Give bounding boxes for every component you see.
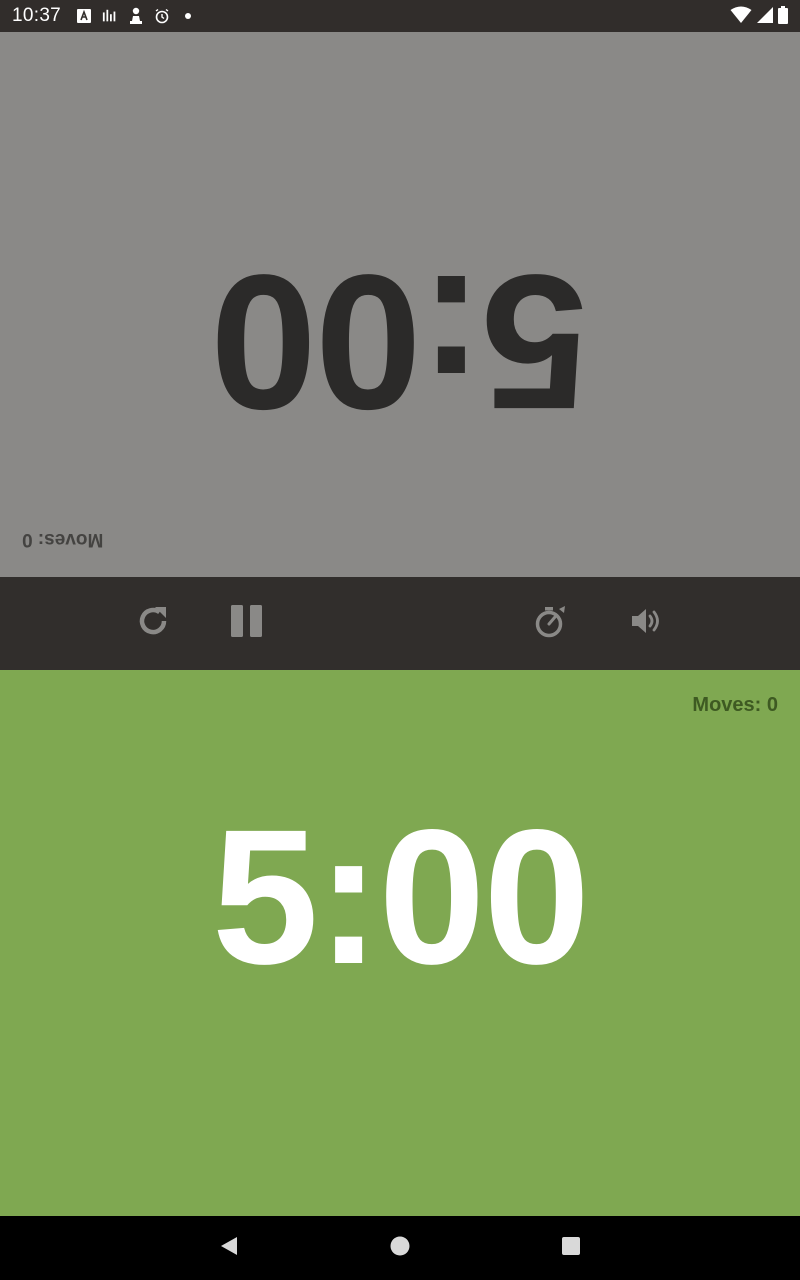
system-icons: [730, 6, 788, 29]
reset-icon: [135, 603, 171, 644]
font-a-icon: [76, 8, 92, 24]
recents-button[interactable]: [557, 1234, 585, 1262]
battery-icon: [778, 6, 788, 29]
sound-icon: [629, 603, 665, 644]
timer-settings-icon: [533, 603, 569, 644]
top-player-moves: Moves: 0: [22, 529, 104, 550]
home-icon: [389, 1235, 411, 1262]
reset-button[interactable]: [129, 599, 177, 647]
dot-icon: [180, 8, 196, 24]
top-player-clock-panel[interactable]: 5:00 Moves: 0: [0, 32, 800, 577]
bottom-player-time: 5:00: [211, 789, 590, 1004]
tune-bars-icon: [102, 8, 118, 24]
timer-settings-button[interactable]: [527, 599, 575, 647]
pause-button[interactable]: [223, 599, 271, 647]
sound-toggle-button[interactable]: [623, 599, 671, 647]
notification-icons: [76, 7, 196, 24]
wifi-icon: [730, 6, 752, 29]
top-player-time: 5:00: [211, 235, 589, 450]
chess-pawn-icon: [128, 7, 144, 24]
home-button[interactable]: [386, 1234, 414, 1262]
bottom-player-clock-panel[interactable]: Moves: 0 5:00: [0, 670, 800, 1216]
back-button[interactable]: [215, 1234, 243, 1262]
status-time: 10:37: [12, 5, 62, 26]
recents-icon: [560, 1235, 582, 1262]
control-toolbar: [0, 577, 800, 670]
back-icon: [218, 1235, 240, 1262]
navigation-bar: [0, 1216, 800, 1280]
bottom-player-moves: Moves: 0: [692, 694, 778, 716]
status-bar: 10:37: [0, 0, 800, 32]
alarm-icon: [154, 8, 170, 24]
pause-icon: [229, 603, 265, 644]
cellular-signal-icon: [756, 6, 774, 29]
